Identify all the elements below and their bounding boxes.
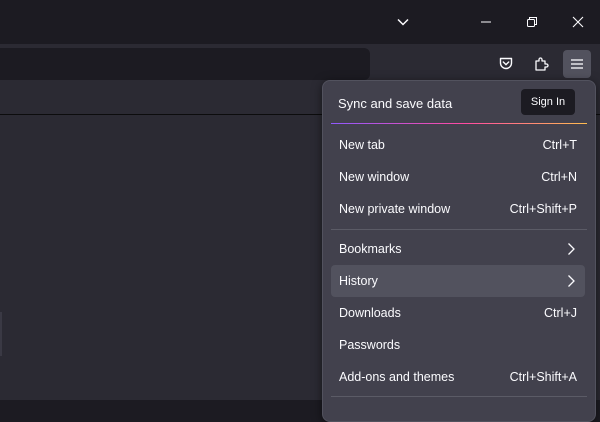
menu-item-label: New window — [339, 170, 410, 184]
menu-item-label: Bookmarks — [339, 242, 402, 256]
title-bar — [0, 0, 600, 44]
pocket-icon — [499, 57, 513, 70]
menu-item-new-tab[interactable]: New tab Ctrl+T — [331, 129, 585, 161]
extensions-button[interactable] — [527, 50, 555, 78]
chevron-down-icon — [397, 18, 409, 26]
list-all-tabs-button[interactable] — [381, 0, 425, 44]
chevron-right-icon — [568, 275, 575, 287]
close-window-button[interactable] — [556, 0, 600, 44]
menu-item-shortcut: Ctrl+Shift+A — [509, 370, 577, 384]
menu-item-new-private-window[interactable]: New private window Ctrl+Shift+P — [331, 193, 585, 225]
menu-item-shortcut: Ctrl+J — [544, 306, 577, 320]
puzzle-icon — [535, 57, 549, 71]
menu-item-add-ons-and-themes[interactable]: Add-ons and themes Ctrl+Shift+A — [331, 361, 585, 393]
app-menu-panel: Sync and save data Sign In New tab Ctrl+… — [322, 80, 596, 422]
menu-item-downloads[interactable]: Downloads Ctrl+J — [331, 297, 585, 329]
minimize-button[interactable] — [464, 0, 508, 44]
menu-separator — [331, 396, 587, 397]
menu-item-shortcut: Ctrl+Shift+P — [509, 202, 577, 216]
restore-button[interactable] — [510, 0, 554, 44]
menu-item-shortcut: Ctrl+T — [542, 138, 577, 152]
menu-item-passwords[interactable]: Passwords — [331, 329, 585, 361]
menu-item-label: History — [339, 274, 378, 288]
content-edge-element — [0, 312, 2, 356]
restore-icon — [527, 17, 537, 27]
menu-item-label: Passwords — [339, 338, 401, 352]
menu-item-bookmarks[interactable]: Bookmarks — [331, 233, 585, 265]
save-to-pocket-button[interactable] — [492, 50, 520, 78]
menu-item-new-window[interactable]: New window Ctrl+N — [331, 161, 585, 193]
menu-item-label: Downloads — [339, 306, 401, 320]
close-icon — [572, 16, 584, 28]
menu-item-label: New private window — [339, 202, 451, 216]
chevron-right-icon — [568, 243, 575, 255]
open-application-menu-button[interactable] — [563, 50, 591, 78]
menu-separator — [331, 229, 587, 230]
hamburger-menu-icon — [571, 59, 583, 69]
sync-title: Sync and save data — [338, 96, 453, 111]
menu-item-label: Add-ons and themes — [339, 370, 455, 384]
url-bar[interactable] — [0, 48, 370, 80]
menu-item-history[interactable]: History — [331, 265, 585, 297]
accent-gradient-divider — [331, 123, 587, 124]
menu-item-shortcut: Ctrl+N — [541, 170, 577, 184]
menu-item-label: New tab — [339, 138, 385, 152]
minimize-icon — [481, 21, 491, 23]
sign-in-button[interactable]: Sign In — [521, 89, 575, 115]
sync-row[interactable]: Sync and save data Sign In — [323, 81, 595, 125]
